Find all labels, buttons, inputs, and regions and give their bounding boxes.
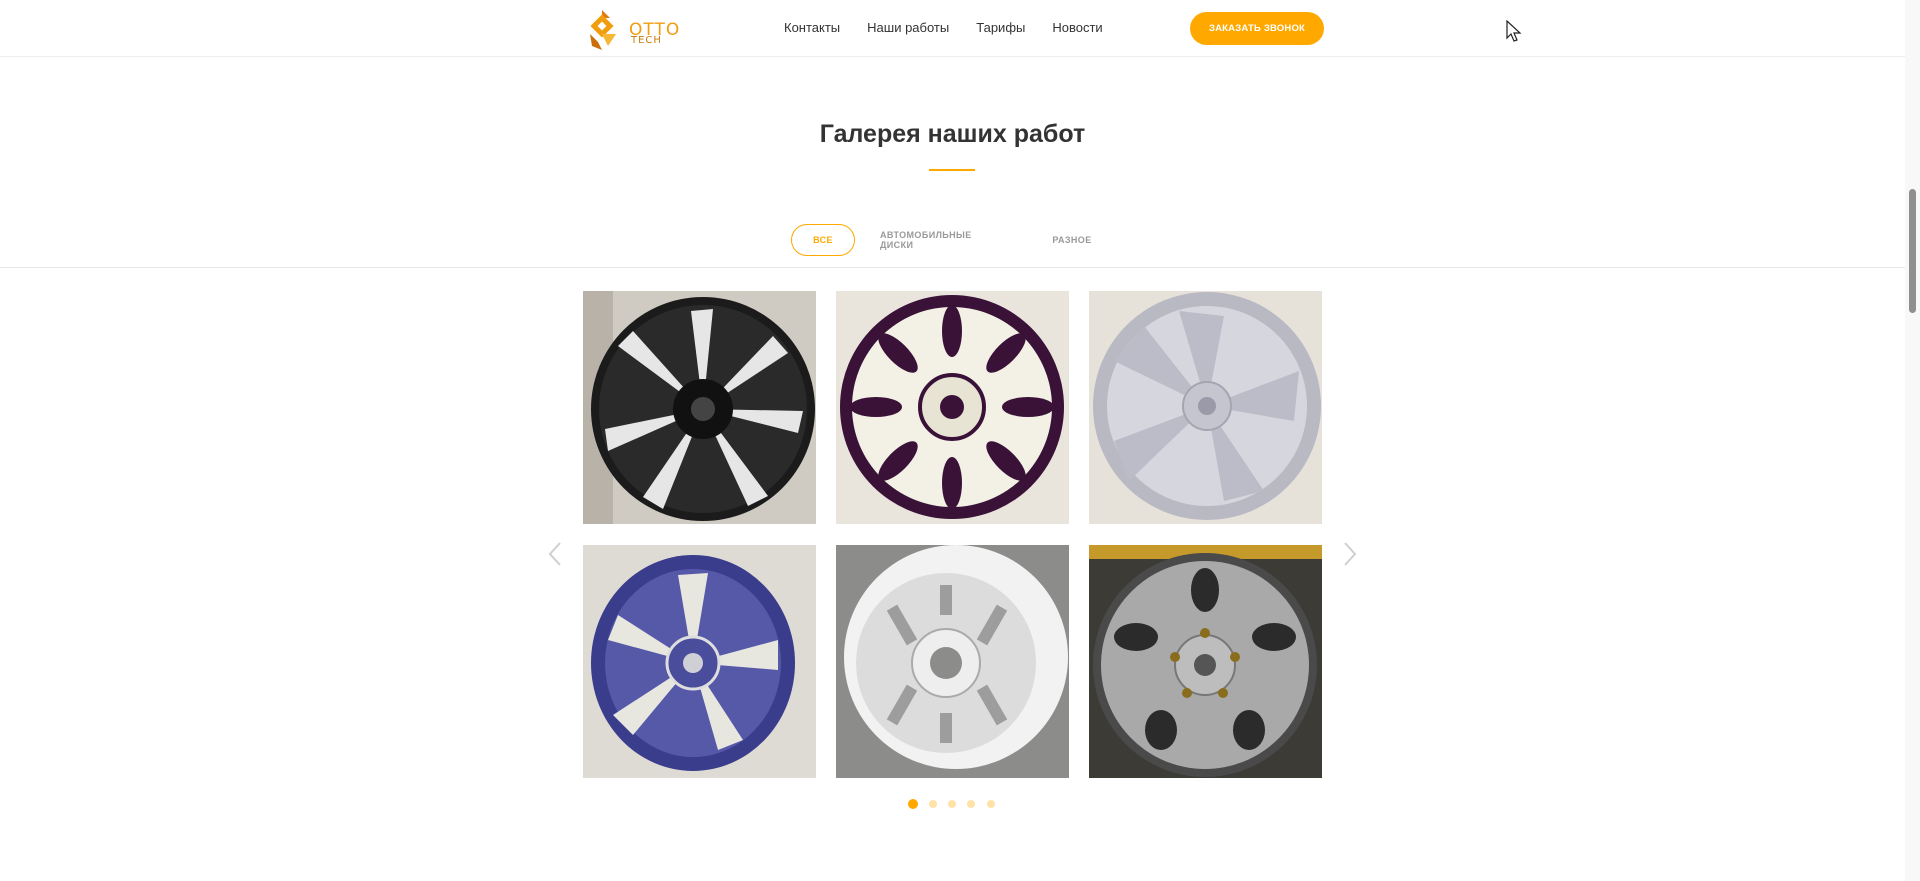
wheel-white-steel-icon [836,545,1069,778]
gallery-item[interactable] [836,545,1069,778]
gallery-item[interactable] [1089,545,1322,778]
pagination-dot-2[interactable] [929,800,937,808]
site-header: OTTO TECH Контакты Наши работы Тарифы Но… [0,0,1905,57]
logo[interactable]: OTTO TECH [586,6,679,52]
gallery-filters: ВСЕ АВТОМОБИЛЬНЫЕ ДИСКИ РАЗНОЕ [0,222,1905,268]
pagination-dot-5[interactable] [987,800,995,808]
gallery-title: Галерея наших работ [819,120,1086,148]
gallery-item[interactable] [583,291,816,524]
mouse-cursor-icon [1506,20,1522,42]
logo-text-bottom: TECH [631,35,662,46]
gallery-item[interactable] [583,545,816,778]
gallery-item[interactable] [836,291,1069,524]
filter-all[interactable]: ВСЕ [791,224,855,256]
pagination-dot-4[interactable] [967,800,975,808]
wheel-purple-white-icon [836,291,1069,524]
filter-car-wheels[interactable]: АВТОМОБИЛЬНЫЕ ДИСКИ [880,224,1006,256]
nav-our-works[interactable]: Наши работы [867,20,949,35]
nav-contacts[interactable]: Контакты [784,20,840,35]
prev-arrow-icon[interactable] [545,540,565,568]
filter-misc[interactable]: РАЗНОЕ [1048,224,1096,256]
scrollbar-thumb[interactable] [1909,189,1916,313]
wheel-purple-silver-icon [583,545,816,778]
wheel-grey-primer-icon [1089,291,1322,524]
pagination-dot-1[interactable] [908,799,918,809]
nav-news[interactable]: Новости [1052,20,1102,35]
gallery-grid [583,291,1323,778]
title-underline [929,169,975,171]
logo-mark-icon [590,10,616,50]
wheel-silver-chrome-icon [1089,545,1322,778]
pagination-dot-3[interactable] [948,800,956,808]
nav-tariffs[interactable]: Тарифы [976,20,1025,35]
main-nav: Контакты Наши работы Тарифы Новости [784,20,1130,35]
scrollbar-track[interactable] [1905,0,1920,881]
wheel-black-silver-icon [583,291,816,524]
gallery-item[interactable] [1089,291,1322,524]
order-call-button[interactable]: ЗАКАЗАТЬ ЗВОНОК [1190,12,1324,45]
next-arrow-icon[interactable] [1340,540,1360,568]
